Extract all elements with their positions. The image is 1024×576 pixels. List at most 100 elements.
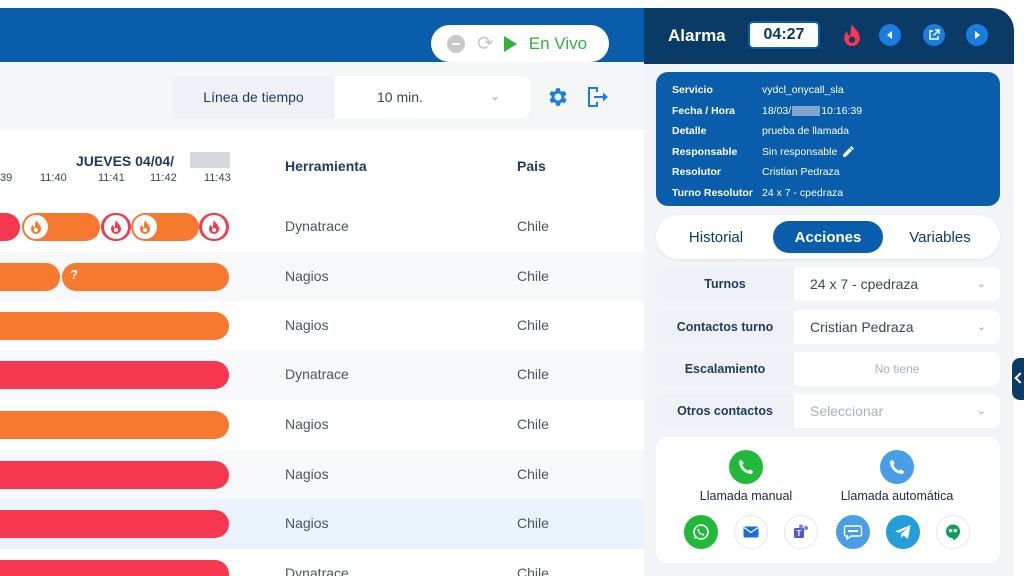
flame-icon xyxy=(202,215,226,239)
live-control[interactable]: ⟳ En Vivo xyxy=(431,25,609,62)
refresh-icon[interactable]: ⟳ xyxy=(477,34,494,54)
alert-bar[interactable] xyxy=(0,213,20,241)
alert-bar[interactable] xyxy=(0,510,229,538)
info-value: 18/03/10:16:39 xyxy=(762,104,863,117)
flame-icon xyxy=(24,215,48,239)
top-bar: ⟳ En Vivo xyxy=(0,8,644,62)
chevron-down-icon: ⌄ xyxy=(976,405,986,417)
play-icon[interactable] xyxy=(503,35,517,52)
table-row[interactable]: Dynatrace Chile xyxy=(0,549,644,576)
column-header-country[interactable]: Pais xyxy=(517,158,546,174)
tab-historial[interactable]: Historial xyxy=(664,221,768,253)
phone-icon xyxy=(739,460,753,474)
alert-bar[interactable] xyxy=(0,312,229,340)
alarm-tabs: Historial Acciones Variables xyxy=(656,215,1000,259)
info-key: Turno Resolutor xyxy=(672,186,753,199)
info-key: Responsable xyxy=(672,145,738,158)
chevron-down-icon: ⌄ xyxy=(976,321,986,333)
prev-icon[interactable] xyxy=(879,24,901,46)
whatsapp-icon[interactable] xyxy=(684,515,718,549)
table-header: JUEVES 04/04/ 39 11:40 11:41 11:42 11:43… xyxy=(0,130,644,202)
manual-call-label[interactable]: Llamada manual xyxy=(686,489,806,503)
chevron-down-icon: ⌄ xyxy=(489,89,500,103)
alert-bar[interactable] xyxy=(62,263,229,291)
info-value: Cristian Pedraza xyxy=(762,166,840,179)
alert-bar[interactable] xyxy=(0,411,229,439)
gear-icon[interactable] xyxy=(546,85,570,109)
time-tick: 11:41 xyxy=(98,172,125,184)
sms-icon[interactable] xyxy=(836,515,870,549)
flame-icon xyxy=(133,215,157,239)
live-label[interactable]: En Vivo xyxy=(529,34,587,54)
contactos-turno-select[interactable]: Contactos turno Cristian Pedraza ⌄ xyxy=(656,310,1000,344)
timeline-label: Línea de tiempo xyxy=(172,76,335,118)
otros-contactos-select[interactable]: Otros contactos Seleccionar ⌄ xyxy=(656,394,1000,428)
turnos-select[interactable]: Turnos 24 x 7 - cpedraza ⌄ xyxy=(656,267,1000,301)
column-header-tool[interactable]: Herramienta xyxy=(285,158,367,174)
info-key: Detalle xyxy=(672,125,707,138)
mail-icon[interactable] xyxy=(734,515,768,549)
tab-acciones[interactable]: Acciones xyxy=(773,221,883,253)
auto-call-label[interactable]: Llamada automática xyxy=(827,489,967,503)
row-tool: Dynatrace xyxy=(285,366,349,382)
field-value: Cristian Pedraza xyxy=(810,319,914,335)
telegram-icon[interactable] xyxy=(886,515,920,549)
unknown-marker: ? xyxy=(70,267,78,282)
external-link-icon[interactable] xyxy=(923,24,945,46)
row-country: Chile xyxy=(517,268,549,284)
pencil-icon[interactable] xyxy=(843,146,855,158)
alert-bar[interactable] xyxy=(0,263,60,291)
table-row-selected[interactable]: Nagios Chile xyxy=(0,499,644,549)
teams-icon[interactable]: T xyxy=(784,515,818,549)
redacted-year xyxy=(190,152,230,168)
info-key: Servicio xyxy=(672,84,713,97)
table-row[interactable]: ? Nagios Chile xyxy=(0,252,644,302)
info-key: Resolutor xyxy=(672,166,722,179)
info-key: Fecha / Hora xyxy=(672,104,736,117)
alarm-timer: 04:27 xyxy=(748,21,820,49)
info-value: Sin responsable xyxy=(762,146,855,158)
row-country: Chile xyxy=(517,218,549,234)
alarm-panel: Alarma 04:27 Servicio vydcl_onycall_sla F… xyxy=(644,8,1014,576)
svg-text:T: T xyxy=(797,529,802,538)
table-row[interactable]: Dynatrace Chile xyxy=(0,202,644,252)
time-tick: 11:43 xyxy=(204,172,231,184)
time-tick: 11:40 xyxy=(40,172,67,184)
hangouts-icon[interactable] xyxy=(936,515,970,549)
manual-call-button[interactable] xyxy=(729,450,763,484)
interval-select[interactable]: 10 min. ⌄ xyxy=(335,76,530,118)
row-tool: Nagios xyxy=(285,268,329,284)
auto-call-button[interactable] xyxy=(880,450,914,484)
tab-variables[interactable]: Variables xyxy=(888,221,992,253)
call-actions-card: Llamada manual Llamada automática T xyxy=(656,437,1000,563)
field-placeholder: Seleccionar xyxy=(810,403,884,419)
alert-bar[interactable] xyxy=(0,560,229,576)
field-label: Escalamiento xyxy=(656,352,794,386)
row-tool: Nagios xyxy=(285,515,329,531)
table-row[interactable]: Nagios Chile xyxy=(0,301,644,351)
chevron-down-icon: ⌄ xyxy=(976,278,986,290)
flame-icon[interactable] xyxy=(841,24,863,46)
table-row[interactable]: Dynatrace Chile xyxy=(0,350,644,400)
row-tool: Dynatrace xyxy=(285,565,349,576)
next-icon[interactable] xyxy=(966,24,988,46)
escalamiento-field: Escalamiento No tiene xyxy=(656,352,1000,386)
row-country: Chile xyxy=(517,416,549,432)
row-country: Chile xyxy=(517,466,549,482)
redacted-year xyxy=(792,105,821,116)
stop-icon[interactable] xyxy=(447,34,465,53)
collapse-panel-handle[interactable] xyxy=(1012,358,1024,400)
field-value: No tiene xyxy=(874,362,920,376)
alert-bar[interactable] xyxy=(0,361,229,389)
alarm-info-card: Servicio vydcl_onycall_sla Fecha / Hora 18… xyxy=(656,72,1000,206)
table-row[interactable]: Nagios Chile xyxy=(0,450,644,500)
flame-icon xyxy=(104,215,128,239)
alert-bar[interactable] xyxy=(0,461,229,489)
exit-icon[interactable] xyxy=(584,84,610,110)
row-tool: Dynatrace xyxy=(285,218,349,234)
info-value: 24 x 7 - cpedraza xyxy=(762,186,844,199)
info-value: prueba de llamada xyxy=(762,125,849,138)
date-heading: JUEVES 04/04/ xyxy=(76,153,175,169)
row-country: Chile xyxy=(517,515,549,531)
table-row[interactable]: Nagios Chile xyxy=(0,400,644,450)
